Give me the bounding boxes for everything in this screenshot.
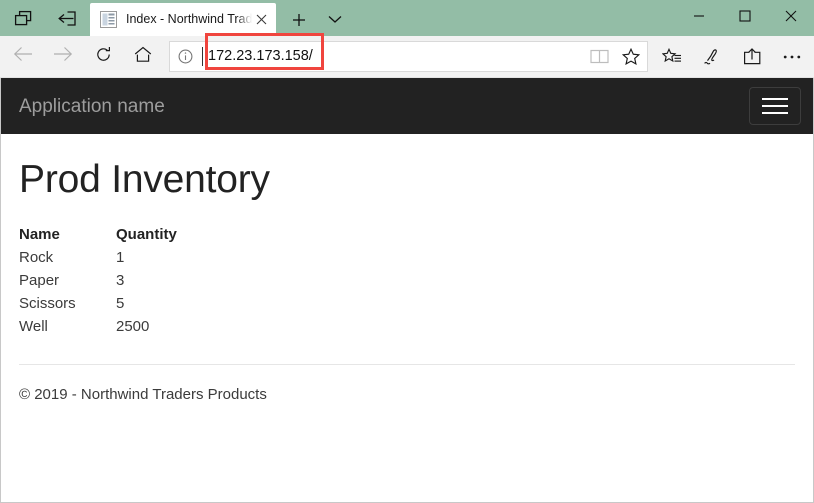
- brand-label[interactable]: Application name: [19, 97, 165, 116]
- browser-window: Index - Northwind Trade 172.23.173.158/ …: [0, 0, 814, 503]
- cell-name: Well: [19, 317, 48, 335]
- tab-preview-icon[interactable]: [8, 3, 38, 33]
- back-arrow-icon: [13, 46, 33, 67]
- reading-view-icon[interactable]: [583, 42, 615, 71]
- url-text: 172.23.173.158/: [208, 48, 313, 64]
- hamburger-bar: [762, 112, 788, 114]
- forward-arrow-icon: [53, 46, 73, 67]
- column-header-quantity: Quantity: [116, 225, 177, 243]
- text-caret: [202, 47, 203, 66]
- footer-copyright: © 2019 - Northwind Traders Products: [19, 385, 267, 403]
- page-viewport: Application name Prod Inventory Name Qua…: [0, 78, 814, 503]
- chevron-down-icon[interactable]: [320, 3, 350, 36]
- window-controls: [676, 0, 814, 32]
- info-icon[interactable]: [170, 42, 200, 71]
- hamburger-bar: [762, 98, 788, 100]
- close-button[interactable]: [768, 0, 814, 32]
- cell-name: Paper: [19, 271, 60, 289]
- refresh-icon: [95, 46, 112, 68]
- tab-close-icon[interactable]: [252, 11, 270, 29]
- cell-name: Rock: [19, 248, 54, 266]
- table-header-row: Name Quantity: [19, 223, 177, 246]
- web-note-pen-icon[interactable]: [692, 38, 732, 76]
- table-row: Scissors 5: [19, 292, 177, 315]
- browser-toolbar: 172.23.173.158/: [0, 36, 814, 78]
- address-bar[interactable]: 172.23.173.158/: [169, 41, 648, 72]
- address-bar-actions: [583, 42, 647, 71]
- set-aside-tabs-icon[interactable]: [52, 3, 82, 33]
- column-header-name: Name: [19, 225, 60, 243]
- url-input[interactable]: 172.23.173.158/: [200, 42, 583, 71]
- hamburger-menu-icon[interactable]: [749, 87, 801, 125]
- hamburger-bar: [762, 105, 788, 107]
- inventory-table: Name Quantity Rock 1 Paper 3 Scissors 5 …: [19, 223, 177, 338]
- page-title: Prod Inventory: [19, 158, 270, 201]
- footer-divider: [19, 363, 795, 365]
- tab-title: Index - Northwind Trade: [126, 12, 252, 26]
- browser-titlebar: Index - Northwind Trade: [0, 0, 814, 36]
- cell-quantity: 3: [116, 271, 125, 289]
- table-head: Name Quantity: [19, 223, 177, 246]
- cell-quantity: 5: [116, 294, 125, 312]
- favorites-list-icon[interactable]: [652, 38, 692, 76]
- table-row: Rock 1: [19, 246, 177, 269]
- favorite-star-icon[interactable]: [615, 42, 647, 71]
- table-row: Well 2500: [19, 315, 177, 338]
- maximize-button[interactable]: [722, 0, 768, 32]
- cell-name: Scissors: [19, 294, 76, 312]
- document-favicon: [100, 11, 117, 28]
- more-ellipsis-icon[interactable]: [772, 38, 812, 76]
- toolbar-actions: [652, 38, 814, 76]
- titlebar-left-icons: [0, 0, 82, 36]
- share-icon[interactable]: [732, 38, 772, 76]
- page-container: Prod Inventory Name Quantity Rock 1 Pape…: [1, 158, 813, 405]
- browser-tab[interactable]: Index - Northwind Trade: [90, 3, 276, 36]
- new-tab-button[interactable]: [284, 3, 314, 36]
- home-icon: [134, 46, 152, 68]
- cell-quantity: 1: [116, 248, 125, 266]
- home-button[interactable]: [123, 38, 163, 76]
- site-navbar: Application name: [1, 78, 813, 134]
- refresh-button[interactable]: [83, 38, 123, 76]
- minimize-button[interactable]: [676, 0, 722, 32]
- forward-button[interactable]: [43, 38, 83, 76]
- table-body: Rock 1 Paper 3 Scissors 5 Well 2500: [19, 246, 177, 338]
- table-row: Paper 3: [19, 269, 177, 292]
- cell-quantity: 2500: [116, 317, 150, 335]
- back-button[interactable]: [3, 38, 43, 76]
